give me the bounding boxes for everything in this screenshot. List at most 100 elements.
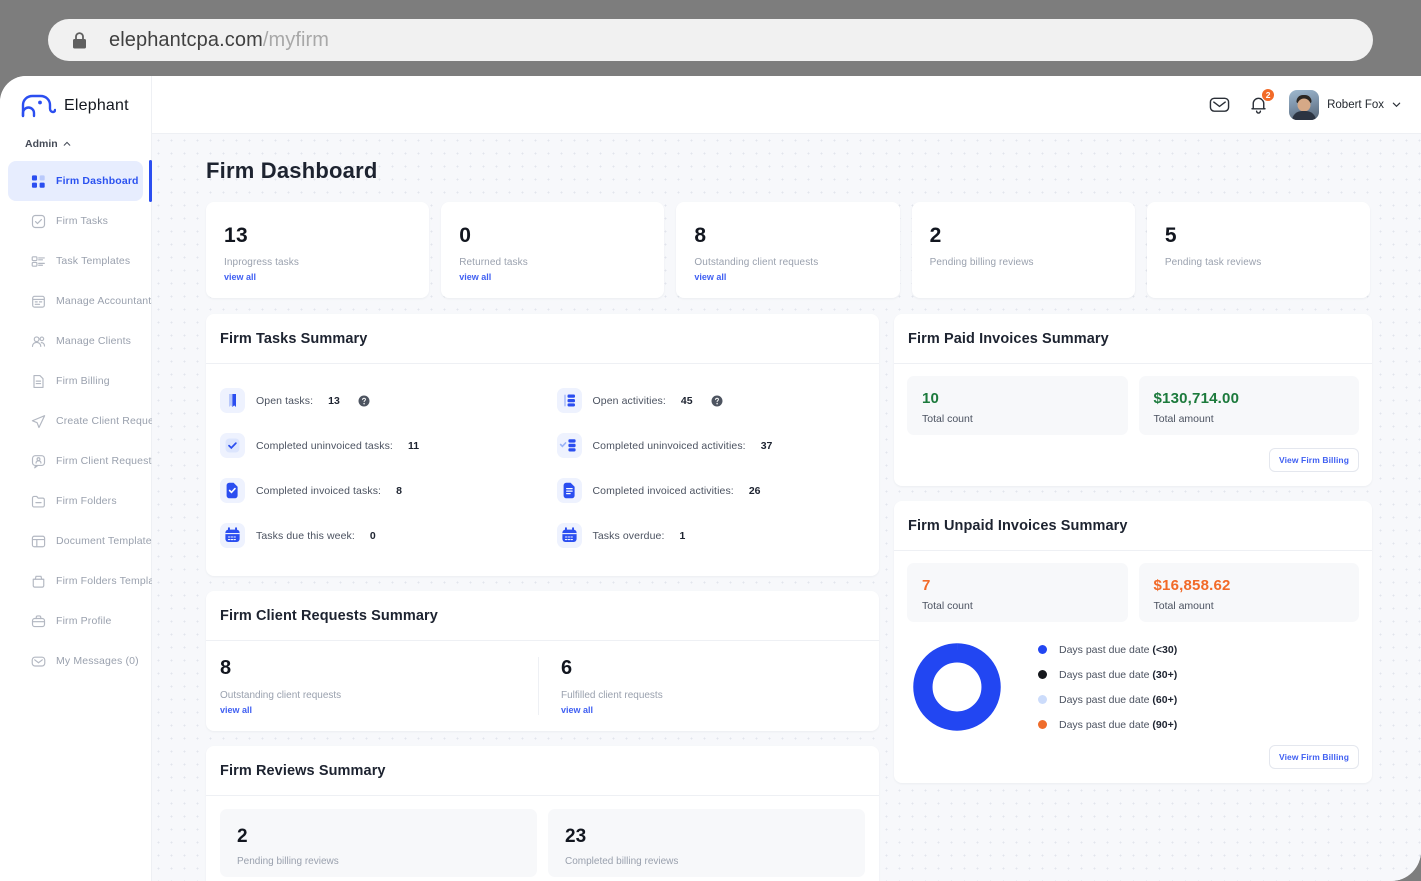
legend-color-dot — [1038, 720, 1047, 729]
right-column: Firm Paid Invoices Summary 10 Total coun… — [894, 314, 1372, 798]
view-all-link[interactable]: view all — [220, 705, 538, 715]
chat-request-icon — [31, 454, 46, 469]
task-summary-value: 26 — [749, 485, 761, 497]
help-icon[interactable] — [358, 395, 370, 407]
view-all-link[interactable]: view all — [694, 272, 899, 282]
firm-paid-invoices-summary-title: Firm Paid Invoices Summary — [894, 314, 1372, 364]
sidebar-item-firm-folders[interactable]: Firm Folders — [8, 481, 143, 521]
firm-paid-invoices-summary-panel: Firm Paid Invoices Summary 10 Total coun… — [894, 314, 1372, 486]
legend-row[interactable]: Days past due date (30+) — [1038, 669, 1177, 681]
task-summary-value: 1 — [680, 530, 686, 542]
sidebar-item-label: Manage Accountants — [56, 295, 157, 307]
users-group-icon — [31, 334, 46, 349]
sidebar: Elephant Admin Firm Dashboard Firm Tasks T… — [0, 76, 152, 881]
stat-card: 13Inprogress tasksview all — [206, 202, 429, 298]
task-summary-label: Tasks overdue: — [593, 530, 665, 542]
unpaid-invoices-donut-chart: Days past due date (<30) Days past due da… — [894, 622, 1372, 732]
sidebar-item-task-templates[interactable]: Task Templates — [8, 241, 143, 281]
unpaid-total-count-box: 7 Total count — [907, 563, 1128, 622]
brand-logo[interactable]: Elephant — [0, 76, 151, 118]
user-menu[interactable]: Robert Fox — [1289, 90, 1401, 120]
unpaid-total-amount-label: Total amount — [1154, 600, 1360, 612]
review-card: 23Completed billing reviews — [548, 809, 865, 877]
sidebar-section-admin[interactable]: Admin — [0, 118, 151, 150]
sidebar-item-label: Manage Clients — [56, 335, 131, 347]
sidebar-item-label: Document Templates — [56, 535, 157, 547]
main-content: Firm Dashboard 13Inprogress tasksview al… — [152, 134, 1421, 881]
view-all-link[interactable]: view all — [561, 705, 879, 715]
list-lines-icon — [557, 388, 582, 413]
view-firm-billing-button-unpaid[interactable]: View Firm Billing — [1269, 745, 1359, 769]
firm-tasks-rows: Open tasks:13Open activities:45Completed… — [206, 364, 879, 576]
stat-card: 5Pending task reviews — [1147, 202, 1370, 298]
unpaid-total-count-value: 7 — [922, 577, 1128, 594]
client-request-cell: 8Outstanding client requestsview all — [206, 657, 538, 715]
sidebar-item-firm-billing[interactable]: Firm Billing — [8, 361, 143, 401]
client-request-label: Outstanding client requests — [220, 690, 538, 701]
firm-reviews-summary-panel: Firm Reviews Summary 2Pending billing re… — [206, 746, 879, 881]
sidebar-item-firm-client-requests[interactable]: Firm Client Requests — [8, 441, 143, 481]
dashboard-columns: Firm Tasks Summary Open tasks:13Open act… — [206, 314, 1370, 881]
task-summary-value: 11 — [408, 440, 419, 452]
task-summary-row: Tasks overdue: 1 — [543, 513, 880, 558]
view-all-link[interactable]: view all — [459, 272, 664, 282]
view-firm-billing-button-paid[interactable]: View Firm Billing — [1269, 448, 1359, 472]
sidebar-item-manage-accountants[interactable]: Manage Accountants — [8, 281, 143, 321]
task-summary-value: 8 — [396, 485, 402, 497]
check-square-icon — [31, 214, 46, 229]
task-summary-value: 13 — [328, 395, 340, 407]
grid-dashboard-icon — [31, 174, 46, 189]
legend-color-dot — [1038, 670, 1047, 679]
sidebar-item-firm-folders-template[interactable]: Firm Folders Template — [8, 561, 143, 601]
stat-label: Inprogress tasks — [224, 257, 429, 268]
firm-unpaid-invoices-summary-panel: Firm Unpaid Invoices Summary 7 Total cou… — [894, 501, 1372, 783]
sidebar-item-label: Firm Profile — [56, 615, 111, 627]
sidebar-item-firm-dashboard[interactable]: Firm Dashboard — [8, 161, 143, 201]
review-value: 2 — [237, 826, 537, 848]
task-summary-label: Completed uninvoiced activities: — [593, 440, 746, 452]
stat-value: 2 — [930, 224, 1135, 248]
paid-total-amount-box: $130,714.00 Total amount — [1139, 376, 1360, 435]
notifications-bell[interactable]: 2 — [1248, 94, 1269, 115]
paid-total-count-label: Total count — [922, 413, 1128, 425]
legend-label: Days past due date (30+) — [1059, 669, 1177, 681]
donut-chart-legend: Days past due date (<30) Days past due da… — [1038, 644, 1177, 731]
sidebar-item-create-client-request[interactable]: Create Client Request — [8, 401, 143, 441]
doc-check-solid-icon — [220, 478, 245, 503]
firm-client-requests-summary-title: Firm Client Requests Summary — [206, 591, 879, 641]
unpaid-total-amount-value: $16,858.62 — [1154, 577, 1360, 594]
url-address-bar[interactable]: elephantcpa.com/myfirm — [48, 19, 1373, 61]
stat-label: Pending billing reviews — [930, 257, 1135, 268]
stat-card: 0Returned tasksview all — [441, 202, 664, 298]
client-request-value: 6 — [561, 657, 879, 680]
legend-row[interactable]: Days past due date (<30) — [1038, 644, 1177, 656]
client-request-cell: 6 Fulfilled client requests view all — [538, 657, 879, 715]
firm-client-requests-summary-panel: Firm Client Requests Summary 8Outstandin… — [206, 591, 879, 731]
view-all-link[interactable]: view all — [224, 272, 429, 282]
help-icon[interactable] — [711, 395, 723, 407]
task-summary-label: Tasks due this week: — [256, 530, 355, 542]
paid-total-amount-label: Total amount — [1154, 413, 1360, 425]
chevron-down-icon[interactable] — [1392, 100, 1401, 109]
legend-row[interactable]: Days past due date (60+) — [1038, 694, 1177, 706]
client-request-label: Fulfilled client requests — [561, 690, 879, 701]
folder-icon — [31, 494, 46, 509]
left-column: Firm Tasks Summary Open tasks:13Open act… — [206, 314, 879, 881]
legend-row[interactable]: Days past due date (90+) — [1038, 719, 1177, 731]
sidebar-item-label: Firm Folders — [56, 495, 117, 507]
legend-color-dot — [1038, 645, 1047, 654]
sidebar-item-manage-clients[interactable]: Manage Clients — [8, 321, 143, 361]
calendar-contact-icon — [31, 294, 46, 309]
sidebar-item-label: Firm Tasks — [56, 215, 108, 227]
review-card: 2Pending billing reviews — [220, 809, 537, 877]
envelope-icon — [31, 654, 46, 669]
task-summary-row: Completed invoiced tasks:8 — [206, 468, 543, 513]
donut-slice-0 — [923, 653, 991, 721]
sidebar-item-document-templates[interactable]: Document Templates — [8, 521, 143, 561]
task-summary-value: 0 — [370, 530, 376, 542]
envelope-icon[interactable] — [1209, 94, 1230, 115]
sidebar-item-my-messages-0[interactable]: My Messages (0) — [8, 641, 143, 681]
task-summary-value: 37 — [761, 440, 773, 452]
sidebar-item-firm-profile[interactable]: Firm Profile — [8, 601, 143, 641]
sidebar-item-firm-tasks[interactable]: Firm Tasks — [8, 201, 143, 241]
